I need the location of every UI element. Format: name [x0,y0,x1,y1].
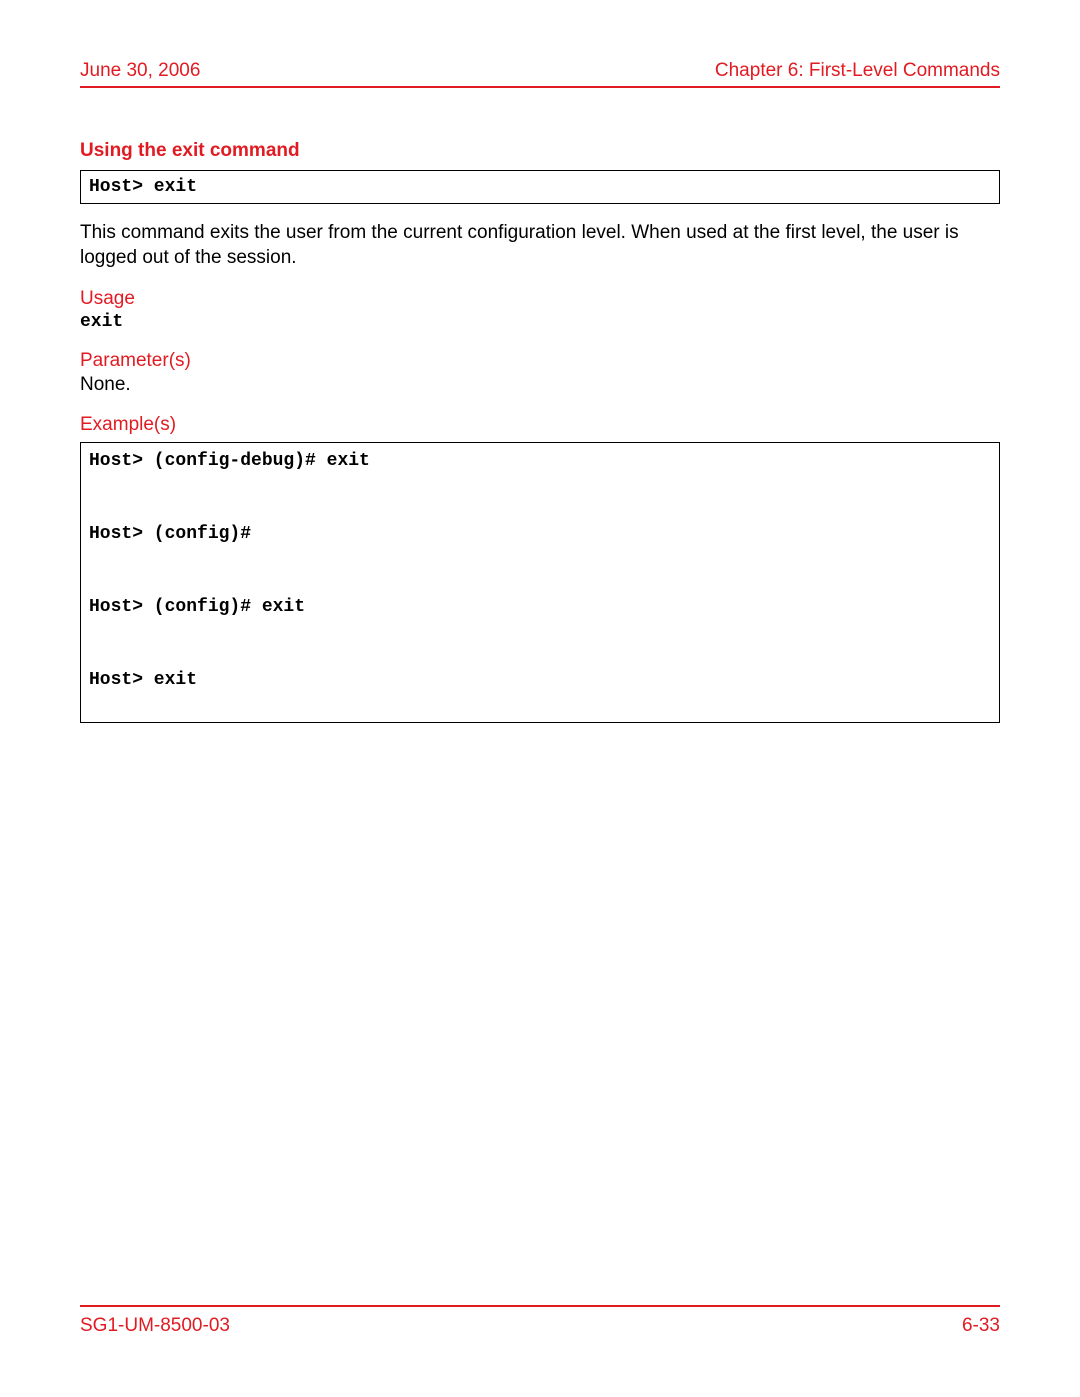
usage-heading: Usage [80,288,1000,310]
footer-docid: SG1-UM-8500-03 [80,1315,230,1337]
examples-heading: Example(s) [80,414,1000,436]
section-title: Using the exit command [80,140,1000,162]
footer-page-number: 6-33 [962,1315,1000,1337]
usage-code: exit [80,312,1000,332]
parameters-value: None. [80,374,1000,396]
examples-box: Host> (config-debug)# exit Host> (config… [80,442,1000,723]
page-header: June 30, 2006 Chapter 6: First-Level Com… [80,60,1000,88]
header-chapter: Chapter 6: First-Level Commands [715,60,1000,82]
page-footer: SG1-UM-8500-03 6-33 [80,1305,1000,1337]
page-frame: June 30, 2006 Chapter 6: First-Level Com… [80,60,1000,1337]
section-description: This command exits the user from the cur… [80,220,1000,270]
header-date: June 30, 2006 [80,60,200,82]
parameters-heading: Parameter(s) [80,350,1000,372]
page-content: Using the exit command Host> exit This c… [80,140,1000,723]
syntax-box: Host> exit [80,170,1000,204]
